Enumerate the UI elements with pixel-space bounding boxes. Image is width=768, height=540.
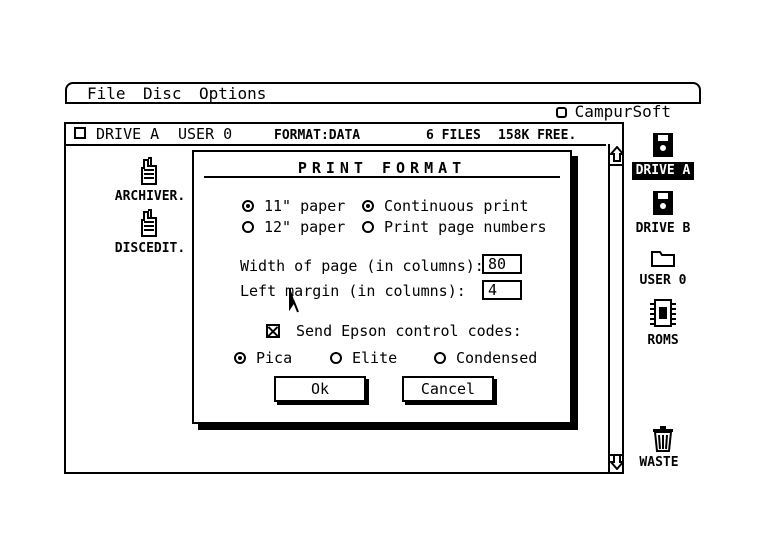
drive-b-label[interactable]: DRIVE B [628, 220, 698, 238]
page-width-field[interactable]: 80 [482, 254, 522, 274]
copyright-icon [555, 107, 567, 118]
hand-program-icon[interactable] [138, 156, 162, 186]
icon-discedit-label[interactable]: DISCEDIT. [110, 240, 190, 258]
hand-program-icon[interactable] [138, 208, 162, 238]
checkbox-epson-codes[interactable] [266, 324, 280, 338]
radio-print-page-numbers[interactable] [362, 221, 374, 233]
menu-bar: File Disc Options CampurSoft [65, 82, 701, 121]
label-12-paper[interactable]: 12" paper [264, 218, 345, 236]
brand-label: CampurSoft [574, 102, 671, 121]
user0-label[interactable]: USER 0 [628, 272, 698, 290]
radio-condensed[interactable] [434, 352, 446, 364]
drive-b-disk-icon[interactable] [652, 190, 674, 216]
dialog-title-rule [204, 176, 560, 178]
roms-label[interactable]: ROMS [628, 332, 698, 350]
scroll-track[interactable] [608, 164, 624, 456]
scroll-down-arrow-icon[interactable] [608, 454, 626, 471]
label-pica[interactable]: Pica [256, 349, 292, 367]
ok-button[interactable]: Ok [274, 376, 366, 402]
dialog-title: PRINT FORMAT [297, 159, 467, 177]
label-left-margin: Left margin (in columns): [240, 282, 466, 300]
radio-12-paper[interactable] [242, 221, 254, 233]
radio-pica[interactable] [234, 352, 246, 364]
rom-chip-icon[interactable] [648, 298, 678, 328]
close-box-icon[interactable] [74, 127, 86, 139]
icon-archiver-label[interactable]: ARCHIVER. [110, 188, 190, 206]
window-title-bar[interactable]: DRIVE A USER 0 FORMAT:DATA 6 FILES 158K … [66, 124, 606, 146]
waste-label[interactable]: WASTE [624, 454, 694, 472]
radio-11-paper[interactable] [242, 200, 254, 212]
print-format-dialog: PRINT FORMAT 11" paper 12" paper Continu… [192, 150, 572, 424]
scroll-up-arrow-icon[interactable] [608, 145, 626, 162]
drive-a-disk-icon[interactable] [652, 132, 674, 158]
window-files-count: 6 FILES [426, 128, 481, 143]
window-drive-label: DRIVE A [96, 125, 160, 143]
label-elite[interactable]: Elite [352, 349, 397, 367]
label-page-width: Width of page (in columns): [240, 257, 484, 275]
cancel-button[interactable]: Cancel [402, 376, 494, 402]
label-condensed[interactable]: Condensed [456, 349, 537, 367]
radio-elite[interactable] [330, 352, 342, 364]
window-user-label: USER 0 [178, 125, 233, 143]
label-print-page-numbers[interactable]: Print page numbers [384, 218, 547, 236]
folder-icon[interactable] [650, 248, 678, 268]
window-free-space: 158K FREE. [498, 128, 577, 143]
radio-continuous-print[interactable] [362, 200, 374, 212]
menu-options[interactable]: Options [199, 85, 266, 103]
drive-a-label[interactable]: DRIVE A [632, 162, 694, 180]
menu-disc[interactable]: Disc [143, 85, 182, 103]
mouse-pointer-icon [288, 286, 300, 314]
window-format-label: FORMAT:DATA [274, 128, 361, 143]
label-11-paper[interactable]: 11" paper [264, 197, 345, 215]
label-epson-codes[interactable]: Send Epson control codes: [296, 322, 522, 340]
label-continuous-print[interactable]: Continuous print [384, 197, 529, 215]
menu-file[interactable]: File [87, 85, 126, 103]
waste-bin-icon[interactable] [652, 426, 674, 452]
left-margin-field[interactable]: 4 [482, 280, 522, 300]
